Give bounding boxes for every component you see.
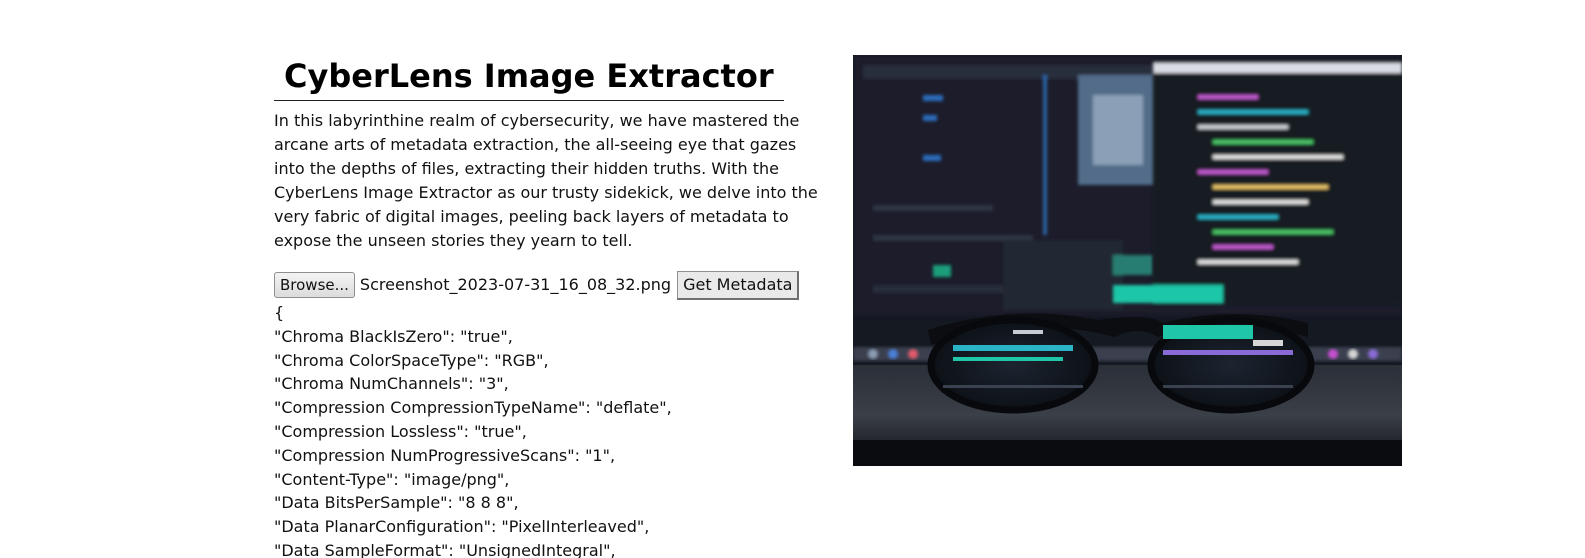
browse-button[interactable]: Browse... bbox=[274, 272, 355, 298]
metadata-open-brace: { bbox=[274, 303, 285, 322]
metadata-line: "Compression NumProgressiveScans": "1", bbox=[274, 445, 616, 465]
hero-image bbox=[853, 55, 1402, 466]
glasses-code-photo bbox=[853, 55, 1402, 466]
metadata-line: "Compression Lossless": "true", bbox=[274, 421, 527, 441]
intro-paragraph: In this labyrinthine realm of cybersecur… bbox=[274, 111, 818, 250]
metadata-line: "Chroma BlackIsZero": "true", bbox=[274, 326, 513, 346]
main-column: CyberLens Image Extractor In this labyri… bbox=[274, 52, 819, 558]
metadata-line: "Compression CompressionTypeName": "defl… bbox=[274, 398, 672, 418]
metadata-line: "Chroma ColorSpaceType": "RGB", bbox=[274, 350, 549, 370]
metadata-line: "Data BitsPerSample": "8 8 8", bbox=[274, 493, 519, 513]
page: CyberLens Image Extractor In this labyri… bbox=[0, 0, 1585, 558]
selected-file-name: Screenshot_2023-07-31_16_08_32.png bbox=[359, 275, 672, 294]
metadata-line: "Data PlanarConfiguration": "PixelInterl… bbox=[274, 517, 650, 537]
upload-form: Browse... Screenshot_2023-07-31_16_08_32… bbox=[274, 270, 819, 300]
metadata-line: "Content-Type": "image/png", bbox=[274, 469, 510, 489]
page-title: CyberLens Image Extractor bbox=[274, 52, 784, 101]
metadata-line: "Chroma NumChannels": "3", bbox=[274, 374, 509, 394]
metadata-output: { "Chroma BlackIsZero": "true", "Chroma … bbox=[274, 301, 819, 558]
metadata-line: "Data SampleFormat": "UnsignedIntegral", bbox=[274, 540, 616, 558]
get-metadata-button[interactable]: Get Metadata bbox=[677, 270, 800, 300]
